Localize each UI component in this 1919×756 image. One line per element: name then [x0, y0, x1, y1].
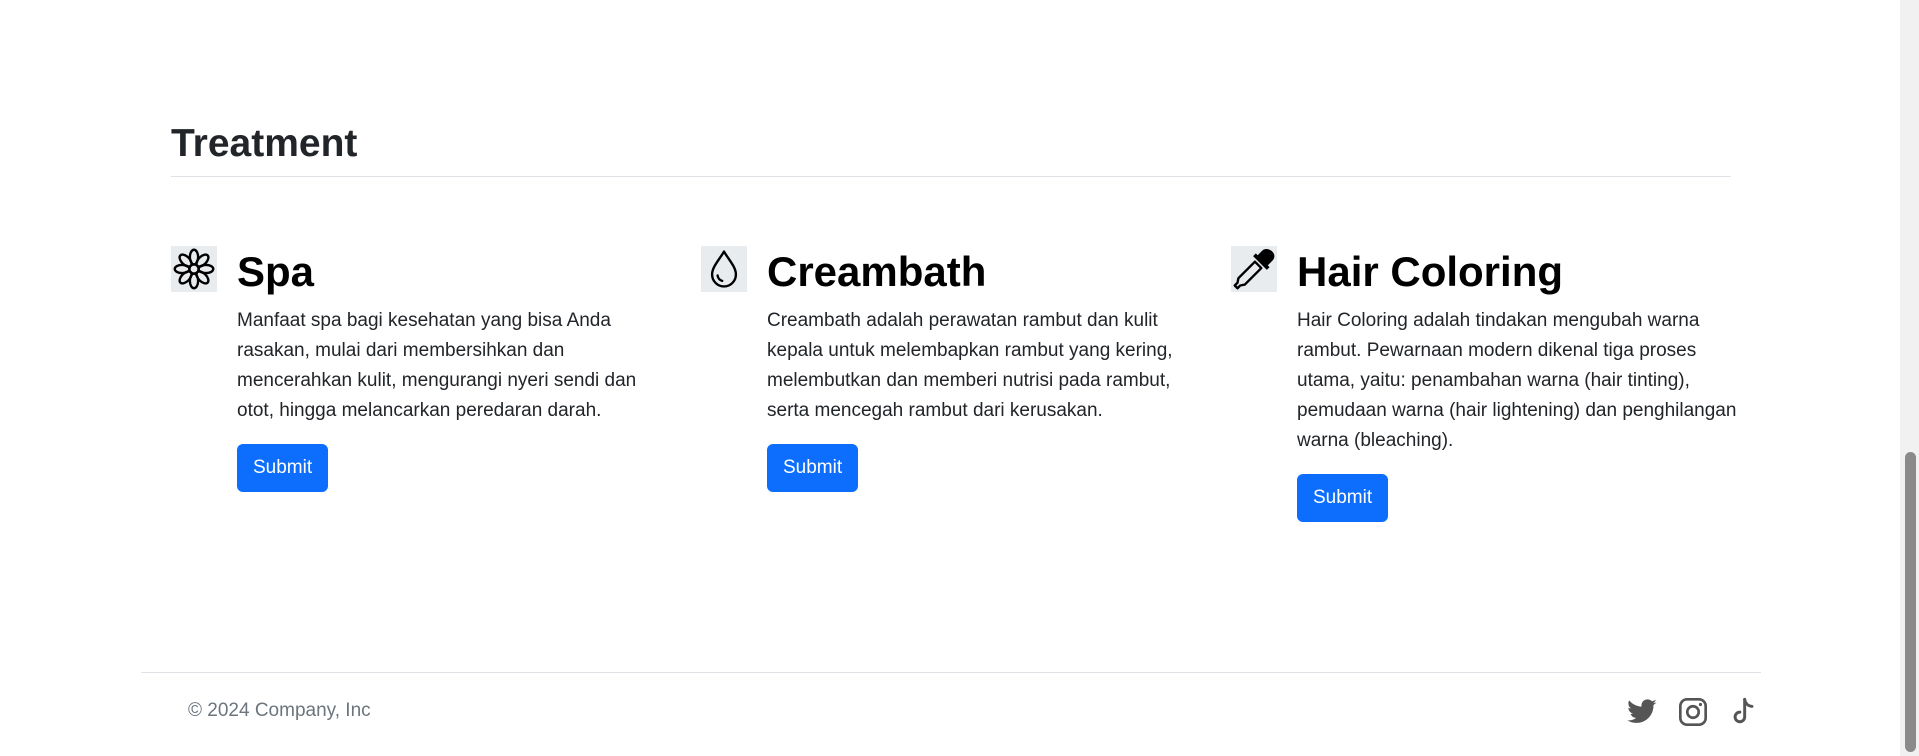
scrollbar-thumb[interactable]: [1905, 452, 1916, 752]
flower-icon: [171, 246, 217, 292]
card-title: Creambath: [767, 248, 987, 295]
submit-button-spa[interactable]: Submit: [237, 444, 329, 492]
card-text: Manfaat spa bagi kesehatan yang bisa And…: [237, 310, 637, 421]
section-divider: [171, 176, 1731, 177]
card-title: Hair Coloring: [1297, 248, 1564, 295]
card-title: Spa: [237, 248, 315, 295]
droplet-icon: [701, 246, 747, 292]
page: Treatment Spa Manfaat spa bagi kesehatan…: [0, 0, 1919, 756]
footer-divider: [141, 672, 1761, 673]
card-body: Hair Coloring Hair Coloring adalah tinda…: [1297, 246, 1737, 522]
submit-button-hair-coloring[interactable]: Submit: [1297, 474, 1389, 522]
scrollbar[interactable]: [1900, 0, 1919, 756]
instagram-icon[interactable]: [1675, 694, 1711, 730]
card-text: Creambath adalah perawatan rambut dan ku…: [767, 310, 1173, 421]
section-title: Treatment: [171, 122, 358, 165]
footer-copyright: © 2024 Company, Inc: [188, 700, 371, 721]
twitter-icon[interactable]: [1624, 694, 1660, 730]
card-body: Creambath Creambath adalah perawatan ram…: [767, 246, 1207, 492]
tiktok-icon[interactable]: [1726, 694, 1762, 730]
card-body: Spa Manfaat spa bagi kesehatan yang bisa…: [237, 246, 677, 492]
card-text: Hair Coloring adalah tindakan mengubah w…: [1297, 310, 1737, 451]
eyedropper-icon: [1231, 246, 1277, 292]
submit-button-creambath[interactable]: Submit: [767, 444, 859, 492]
